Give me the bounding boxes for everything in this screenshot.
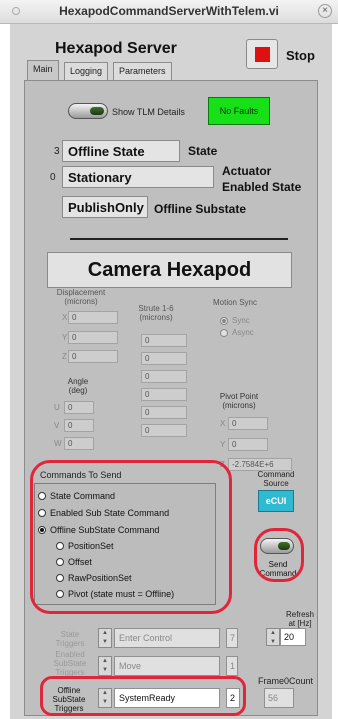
async-radio[interactable]	[220, 329, 228, 337]
enabled-triggers-combo[interactable]: Move	[114, 656, 220, 676]
disp-x-input[interactable]: 0	[68, 311, 118, 324]
stop-button[interactable]	[246, 39, 278, 69]
actuator-index: 0	[50, 172, 56, 183]
state-triggers-number: 7	[226, 628, 238, 648]
actuator-value: Stationary	[62, 166, 214, 188]
disp-x-label: X	[62, 313, 68, 322]
pivot-x-label: X	[220, 419, 226, 428]
strut-1-value: 0	[141, 334, 187, 347]
strut-3-value: 0	[141, 370, 187, 383]
state-index: 3	[54, 146, 60, 157]
angle-w-input[interactable]: 0	[64, 437, 94, 450]
pivot-y-label: Y	[220, 440, 226, 449]
state-triggers-label: State	[60, 630, 80, 639]
substate-value: PublishOnly	[62, 196, 148, 218]
close-icon[interactable]: ×	[318, 4, 332, 18]
refresh-input[interactable]: 20	[280, 628, 306, 646]
frame-count-label: Frame0Count	[258, 676, 314, 686]
strut-5-value: 0	[141, 406, 187, 419]
angle-v-input[interactable]: 0	[64, 419, 94, 432]
angle-v-label: V	[54, 421, 60, 430]
camera-title: Camera Hexapod	[47, 252, 292, 288]
enabled-triggers-label-2: SubState	[53, 659, 87, 668]
angle-u-input[interactable]: 0	[64, 401, 94, 414]
faults-indicator: No Faults	[208, 97, 270, 125]
command-source-subtitle: Source	[263, 479, 289, 488]
state-triggers-stepper[interactable]: ▲ ▼	[98, 628, 112, 648]
pivot-units: (microns)	[222, 401, 256, 410]
state-value: Offline State	[62, 140, 180, 162]
async-label: Async	[232, 328, 254, 337]
disp-y-label: Y	[62, 333, 68, 342]
tab-logging[interactable]: Logging	[64, 62, 109, 80]
strut-2-value: 0	[141, 352, 187, 365]
angle-title: Angle	[67, 377, 89, 386]
refresh-units: at [Hz]	[288, 619, 312, 628]
refresh-label: Refresh	[285, 610, 314, 619]
stop-label: Stop	[286, 48, 315, 63]
offline-triggers-highlight	[40, 676, 246, 716]
struts-title: Strute 1-6	[138, 304, 174, 313]
frame-count-value: 56	[264, 688, 294, 708]
show-tlm-label: Show TLM Details	[112, 107, 185, 117]
state-label: State	[188, 144, 218, 158]
angle-units: (deg)	[68, 386, 88, 395]
command-source-title: Command	[257, 470, 295, 479]
pivot-title: Pivot Point	[219, 392, 259, 401]
state-triggers-label-2: Triggers	[55, 639, 85, 648]
actuator-label: Actuator	[222, 164, 272, 178]
window-title: HexapodCommandServerWithTelem.vi	[59, 4, 279, 18]
commands-highlight	[30, 460, 232, 614]
stop-icon	[255, 47, 270, 62]
pivot-y-input[interactable]: 0	[228, 438, 268, 451]
angle-u-label: U	[54, 403, 60, 412]
divider	[70, 238, 288, 240]
pivot-x-input[interactable]: 0	[228, 417, 268, 430]
actuator-enabled-label: Enabled State	[222, 180, 302, 194]
angle-w-label: W	[54, 439, 62, 448]
sync-label: Sync	[232, 316, 250, 325]
show-tlm-toggle[interactable]	[68, 103, 108, 119]
motion-sync-title: Motion Sync	[212, 298, 258, 307]
disp-z-label: Z	[62, 352, 67, 361]
app-title: Hexapod Server	[55, 40, 177, 57]
command-source-value: eCUI	[258, 490, 294, 512]
disp-z-input[interactable]: 0	[68, 350, 118, 363]
refresh-stepper[interactable]: ▲ ▼	[266, 628, 280, 646]
window-titlebar: HexapodCommandServerWithTelem.vi ×	[0, 0, 338, 24]
strut-6-value: 0	[141, 424, 187, 437]
substate-label: Offline Substate	[154, 202, 247, 216]
enabled-triggers-label: Enabled	[55, 650, 85, 659]
displacement-units: (microns)	[64, 297, 98, 306]
enabled-triggers-stepper[interactable]: ▲ ▼	[98, 656, 112, 676]
state-triggers-combo[interactable]: Enter Control	[114, 628, 220, 648]
disp-y-input[interactable]: 0	[68, 331, 118, 344]
tab-main[interactable]: Main	[27, 60, 59, 80]
displacement-title: Displacement	[56, 288, 106, 297]
strut-4-value: 0	[141, 388, 187, 401]
send-highlight	[254, 528, 304, 582]
struts-units: (microns)	[139, 313, 173, 322]
sync-radio[interactable]	[220, 317, 228, 325]
enabled-triggers-number: 1	[226, 656, 238, 676]
tab-parameters[interactable]: Parameters	[113, 62, 172, 80]
